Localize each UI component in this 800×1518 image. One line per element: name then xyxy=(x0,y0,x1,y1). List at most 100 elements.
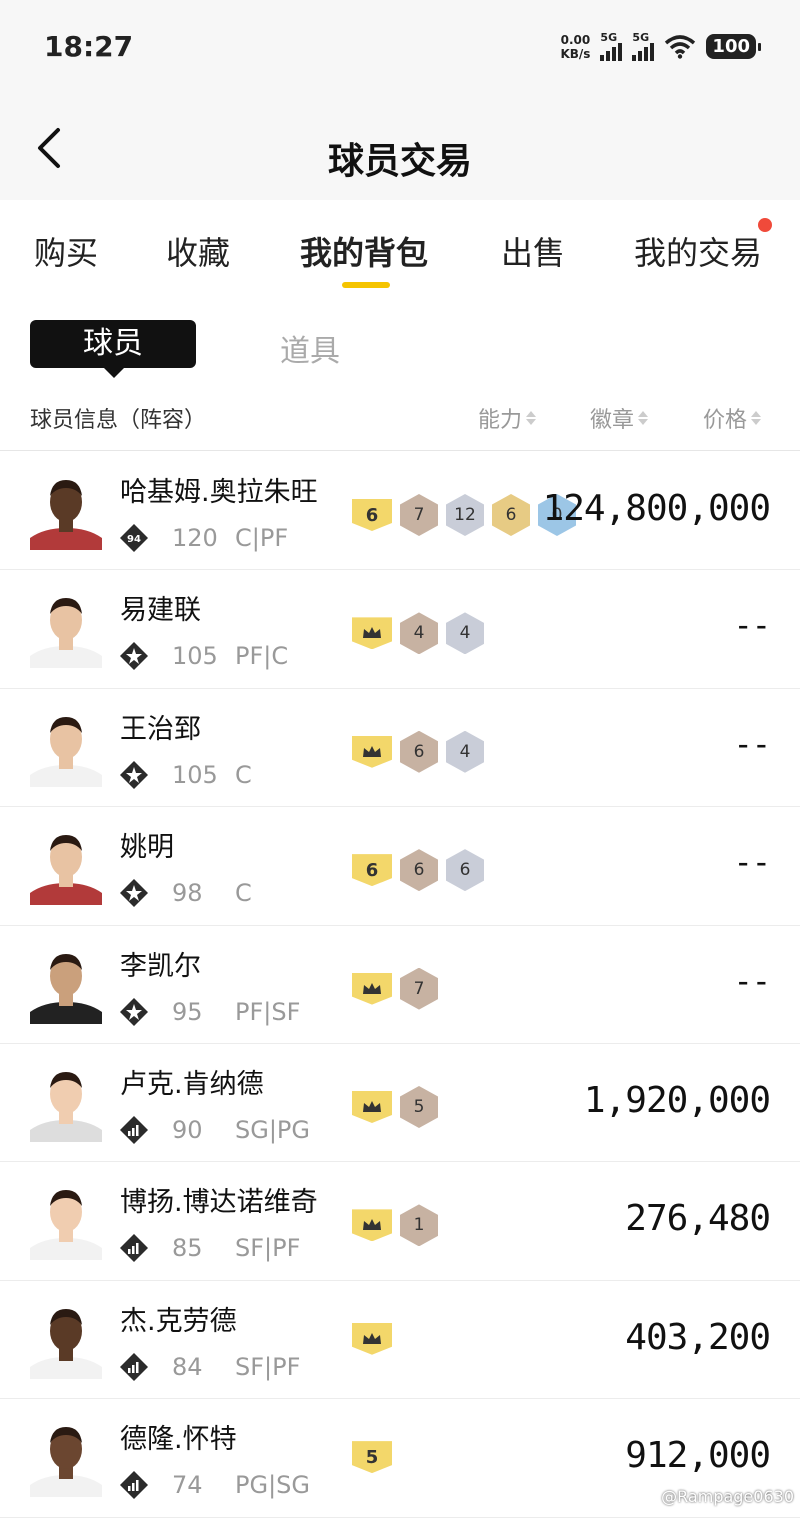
player-price: -- xyxy=(733,961,771,1000)
avatar xyxy=(30,1308,102,1379)
status-icons: 0.00 KB/s 5G 5G 100 xyxy=(560,32,761,61)
tab-my-bag[interactable]: 我的背包 xyxy=(300,228,428,274)
table-row[interactable]: 姚明 98 C 6 6 6 -- xyxy=(0,807,800,926)
column-ability-label: 能力 xyxy=(478,408,523,433)
badge-group: 64 xyxy=(352,730,484,773)
silver-badge-icon: 6 xyxy=(446,849,484,892)
sort-icon xyxy=(638,411,649,425)
segment-players[interactable]: 球员 xyxy=(30,320,196,378)
player-position: SF|PF xyxy=(235,1234,301,1263)
signal-icon: 5G xyxy=(600,32,623,61)
crown-icon xyxy=(352,1090,392,1123)
player-name: 李凯尔 xyxy=(120,950,201,982)
player-name: 哈基姆.奥拉朱旺 xyxy=(120,477,318,508)
player-rating: 105 xyxy=(172,760,218,789)
avatar xyxy=(30,1071,102,1142)
player-list: 哈基姆.奥拉朱旺 94 120 C|PF 6 7 12 6 0 124,800,000 易建联 105… xyxy=(0,452,800,1518)
watermark-text: @Rampage0630 xyxy=(661,1487,794,1506)
column-player-info: 球员信息（阵容） xyxy=(30,408,207,433)
tier-badge-label: 94 xyxy=(127,534,141,545)
tab-my-trades[interactable]: 我的交易 xyxy=(634,228,762,274)
player-rating: 98 xyxy=(172,879,203,908)
notification-dot xyxy=(758,218,772,232)
crown-icon xyxy=(352,617,392,650)
sort-icon xyxy=(526,411,537,425)
segment-items[interactable]: 道具 xyxy=(280,326,340,370)
tab-sell[interactable]: 出售 xyxy=(501,228,565,274)
sort-icon xyxy=(751,411,762,425)
bronze-badge-icon: 5 xyxy=(400,1085,438,1128)
table-row[interactable]: 哈基姆.奥拉朱旺 94 120 C|PF 6 7 12 6 0 124,800,000 xyxy=(0,452,800,571)
silver-badge-icon: 4 xyxy=(446,730,484,773)
bars-tier-icon xyxy=(120,1234,148,1263)
badge-group: 7 xyxy=(352,967,438,1010)
player-name: 姚明 xyxy=(120,832,174,864)
table-row[interactable]: 博扬.博达诺维奇 85 SF|PF 1 276,480 xyxy=(0,1162,800,1281)
avatar xyxy=(30,1427,102,1498)
net-speed: 0.00 KB/s xyxy=(560,33,590,61)
player-rating: 90 xyxy=(172,1115,203,1144)
player-rating: 120 xyxy=(172,524,218,552)
table-row[interactable]: 杰.克劳德 84 SF|PF 403,200 xyxy=(0,1281,800,1400)
tab-favorites[interactable]: 收藏 xyxy=(166,228,230,274)
bronze-badge-icon: 6 xyxy=(400,849,438,892)
avatar xyxy=(30,835,102,906)
signal-icon: 5G xyxy=(632,32,655,61)
player-position: PG|SG xyxy=(235,1471,310,1500)
player-price: 276,480 xyxy=(625,1198,771,1240)
star-tier-icon xyxy=(120,760,148,789)
table-row[interactable]: 卢克.肯纳德 90 SG|PG 5 1,920,000 xyxy=(0,1044,800,1163)
badge-group: 666 xyxy=(352,849,484,892)
player-price: 1,920,000 xyxy=(583,1079,771,1121)
bronze-badge-icon: 6 xyxy=(400,730,438,773)
bars-tier-icon xyxy=(120,1115,148,1144)
player-position: PF|SF xyxy=(235,997,301,1026)
bronze-badge-icon: 4 xyxy=(400,612,438,655)
silver-badge-icon: 12 xyxy=(446,494,484,536)
column-header: 球员信息（阵容） 能力 徽章 价格 xyxy=(0,390,800,450)
active-tab-indicator xyxy=(342,282,390,288)
silver-badge-icon: 4 xyxy=(446,612,484,655)
badge-group xyxy=(352,1322,392,1355)
table-row[interactable]: 李凯尔 95 PF|SF 7 -- xyxy=(0,926,800,1044)
avatar xyxy=(30,480,102,550)
badge-group: 5 xyxy=(352,1085,438,1128)
net-speed-value: 0.00 xyxy=(560,32,591,47)
player-price: -- xyxy=(733,843,771,882)
status-bar: 18:27 0.00 KB/s 5G 5G 100 xyxy=(0,0,800,96)
avatar xyxy=(30,1190,102,1261)
badge-group: 1 xyxy=(352,1204,438,1247)
avatar xyxy=(30,716,102,787)
nav-header: 球员交易 xyxy=(0,96,800,200)
player-name: 杰.克劳德 xyxy=(120,1305,237,1337)
level-badge: 6 xyxy=(352,854,392,887)
player-price: 124,800,000 xyxy=(542,488,771,529)
player-price: 403,200 xyxy=(625,1316,771,1358)
tier-94-icon: 94 xyxy=(120,524,148,552)
gold-badge-icon: 6 xyxy=(492,494,530,536)
crown-icon xyxy=(352,735,392,768)
player-name: 王治郅 xyxy=(120,713,201,745)
sort-price[interactable]: 价格 xyxy=(703,402,762,434)
player-name: 博扬.博达诺维奇 xyxy=(120,1187,318,1219)
star-tier-icon xyxy=(120,997,148,1026)
avatar xyxy=(30,953,102,1024)
player-price: 912,000 xyxy=(625,1435,771,1477)
table-row[interactable]: 王治郅 105 C 6 4 -- xyxy=(0,689,800,808)
net-speed-unit: KB/s xyxy=(560,46,591,61)
sort-ability[interactable]: 能力 xyxy=(478,402,537,434)
status-time: 18:27 xyxy=(44,30,134,63)
player-position: C|PF xyxy=(235,524,289,552)
sort-badges[interactable]: 徽章 xyxy=(590,402,649,434)
player-rating: 85 xyxy=(172,1234,203,1263)
tab-buy[interactable]: 购买 xyxy=(34,228,98,274)
page-title: 球员交易 xyxy=(327,141,472,182)
battery-icon: 100 xyxy=(706,34,761,59)
player-position: C xyxy=(235,760,252,789)
level-badge: 6 xyxy=(352,499,392,531)
badge-group: 5 xyxy=(352,1441,392,1474)
player-price: -- xyxy=(733,606,771,645)
level-badge: 5 xyxy=(352,1441,392,1474)
bars-tier-icon xyxy=(120,1471,148,1500)
table-row[interactable]: 易建联 105 PF|C 4 4 -- xyxy=(0,570,800,689)
